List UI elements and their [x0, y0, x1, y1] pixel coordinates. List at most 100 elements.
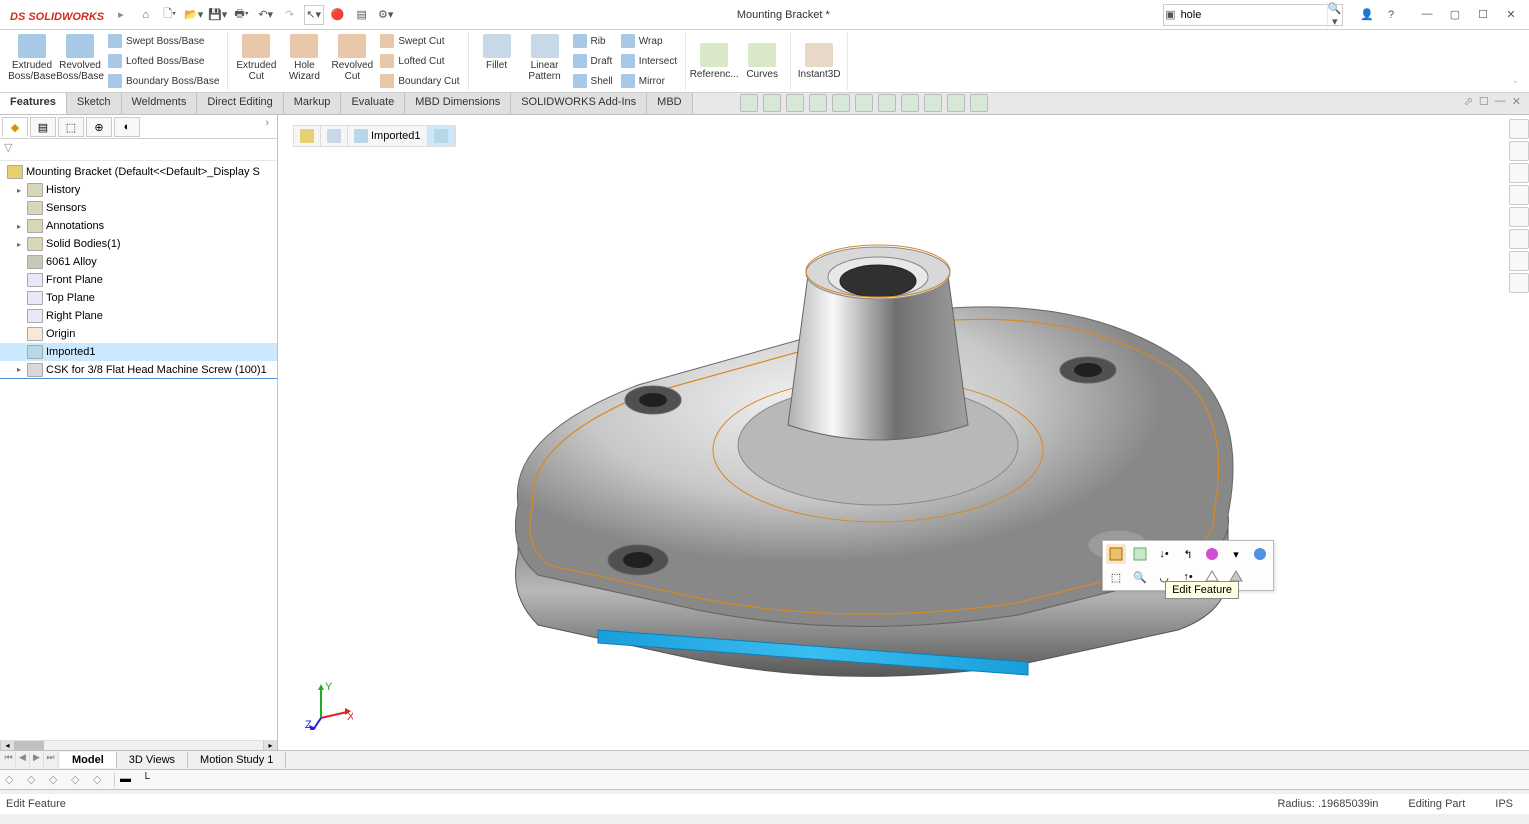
search-input[interactable]: [1177, 9, 1327, 21]
rib-button[interactable]: Rib: [569, 32, 617, 50]
undo-icon[interactable]: ↶▾: [256, 5, 276, 25]
panel-expand-icon[interactable]: ›: [259, 117, 275, 136]
dimxpert-tab[interactable]: ⊕: [86, 117, 112, 137]
wrap-button[interactable]: Wrap: [617, 32, 681, 50]
doc-popout-icon[interactable]: ⬀: [1464, 95, 1473, 112]
reference-geom-button[interactable]: Referenc...: [690, 41, 738, 82]
print-icon[interactable]: 🖶▾: [232, 5, 252, 25]
tree-csk-hole[interactable]: ▸CSK for 3/8 Flat Head Machine Screw (10…: [0, 361, 277, 379]
maximize-button[interactable]: ☐: [1473, 8, 1493, 21]
bt-icon-5[interactable]: ◇: [92, 772, 110, 788]
menu-expand[interactable]: ▸: [114, 8, 128, 21]
feature-manager-tab[interactable]: ◆: [2, 117, 28, 137]
fillet-button[interactable]: Fillet: [473, 32, 521, 90]
revolved-boss-button[interactable]: Revolved Boss/Base: [56, 32, 104, 90]
tab-markup[interactable]: Markup: [284, 93, 342, 114]
boundary-boss-button[interactable]: Boundary Boss/Base: [104, 72, 223, 90]
tree-sensors[interactable]: Sensors: [0, 199, 277, 217]
tab-addins[interactable]: SOLIDWORKS Add-Ins: [511, 93, 647, 114]
linear-pattern-button[interactable]: Linear Pattern: [521, 32, 569, 90]
instant3d-button[interactable]: Instant3D: [795, 41, 843, 82]
user-icon[interactable]: 👤: [1357, 5, 1377, 25]
draft-button[interactable]: Draft: [569, 52, 617, 70]
section-view-icon[interactable]: [809, 94, 827, 112]
curves-button[interactable]: Curves: [738, 41, 786, 82]
tree-solid-bodies[interactable]: ▸Solid Bodies(1): [0, 235, 277, 253]
vtab-next-icon[interactable]: ▶: [30, 752, 44, 768]
view-orientation-icon[interactable]: [855, 94, 873, 112]
ctx-color-icon[interactable]: [1250, 544, 1270, 564]
bt-icon-4[interactable]: ◇: [70, 772, 88, 788]
new-icon[interactable]: 🗋▾: [160, 5, 180, 25]
bc-face-icon[interactable]: [428, 126, 455, 146]
tree-front-plane[interactable]: Front Plane: [0, 271, 277, 289]
swept-boss-button[interactable]: Swept Boss/Base: [104, 32, 223, 50]
zoom-area-icon[interactable]: [763, 94, 781, 112]
restore-button[interactable]: ▢: [1445, 8, 1465, 21]
minimize-button[interactable]: —: [1417, 8, 1437, 21]
edit-appearance-icon[interactable]: [924, 94, 942, 112]
view-tab-model[interactable]: Model: [60, 752, 117, 768]
bt-icon-6[interactable]: ▬: [119, 772, 137, 788]
extruded-cut-button[interactable]: Extruded Cut: [232, 32, 280, 90]
tree-root[interactable]: Mounting Bracket (Default<<Default>_Disp…: [0, 163, 277, 181]
ctx-dropdown-icon[interactable]: ▾: [1226, 544, 1246, 564]
select-icon[interactable]: ↖▾: [304, 5, 324, 25]
tab-mbd-dimensions[interactable]: MBD Dimensions: [405, 93, 511, 114]
tree-hscroll[interactable]: ◂▸: [0, 740, 277, 750]
search-category-icon[interactable]: ▣: [1164, 8, 1177, 21]
mirror-button[interactable]: Mirror: [617, 72, 681, 90]
tab-mbd[interactable]: MBD: [647, 93, 692, 114]
ctx-rollback-icon[interactable]: ↰: [1178, 544, 1198, 564]
taskpane-file-explorer-icon[interactable]: [1509, 185, 1529, 205]
save-icon[interactable]: 💾▾: [208, 5, 228, 25]
graphics-viewport[interactable]: Imported1: [278, 115, 1529, 750]
tab-sketch[interactable]: Sketch: [67, 93, 122, 114]
tab-features[interactable]: Features: [0, 93, 67, 114]
redo-icon[interactable]: ↷: [280, 5, 300, 25]
help-icon[interactable]: ?: [1381, 5, 1401, 25]
zoom-fit-icon[interactable]: [740, 94, 758, 112]
display-manager-tab[interactable]: ◐: [114, 117, 140, 137]
ribbon-collapse-icon[interactable]: ˇ: [1506, 80, 1525, 90]
property-manager-tab[interactable]: ▤: [30, 117, 56, 137]
view-tab-motion-study[interactable]: Motion Study 1: [188, 752, 286, 768]
bc-body-icon[interactable]: [321, 126, 348, 146]
options-icon[interactable]: ⚙▾: [376, 5, 396, 25]
extruded-boss-button[interactable]: Extruded Boss/Base: [8, 32, 56, 90]
search-submit-icon[interactable]: 🔍▾: [1327, 2, 1342, 28]
bt-icon-3[interactable]: ◇: [48, 772, 66, 788]
boundary-cut-button[interactable]: Boundary Cut: [376, 72, 463, 90]
tree-annotations[interactable]: ▸Annotations: [0, 217, 277, 235]
taskpane-resources-icon[interactable]: [1509, 141, 1529, 161]
hide-show-icon[interactable]: [901, 94, 919, 112]
lofted-cut-button[interactable]: Lofted Cut: [376, 52, 463, 70]
bt-icon-7[interactable]: └: [141, 772, 159, 788]
tree-origin[interactable]: Origin: [0, 325, 277, 343]
taskpane-home-icon[interactable]: [1509, 119, 1529, 139]
doc-minimize-icon[interactable]: —: [1495, 95, 1506, 112]
hole-wizard-button[interactable]: Hole Wizard: [280, 32, 328, 90]
display-style-icon[interactable]: [878, 94, 896, 112]
tree-history[interactable]: ▸History: [0, 181, 277, 199]
taskpane-appearances-icon[interactable]: [1509, 229, 1529, 249]
lofted-boss-button[interactable]: Lofted Boss/Base: [104, 52, 223, 70]
close-button[interactable]: ✕: [1501, 8, 1521, 21]
open-icon[interactable]: 📂▾: [184, 5, 204, 25]
ctx-parent-child-icon[interactable]: ↓•: [1154, 544, 1174, 564]
view-tab-3dviews[interactable]: 3D Views: [117, 752, 188, 768]
tree-filter[interactable]: ▽: [0, 139, 277, 161]
tab-direct-editing[interactable]: Direct Editing: [197, 93, 283, 114]
taskpane-custom-props-icon[interactable]: [1509, 251, 1529, 271]
bt-icon-1[interactable]: ◇: [4, 772, 22, 788]
bt-icon-2[interactable]: ◇: [26, 772, 44, 788]
tab-weldments[interactable]: Weldments: [122, 93, 198, 114]
ctx-normal-to-icon[interactable]: ⬚: [1106, 567, 1126, 587]
bc-imported1[interactable]: Imported1: [348, 126, 428, 146]
taskpane-design-library-icon[interactable]: [1509, 163, 1529, 183]
rebuild-icon[interactable]: 🔴: [328, 5, 348, 25]
view-triad[interactable]: Y X Z: [303, 680, 353, 730]
config-manager-tab[interactable]: ⬚: [58, 117, 84, 137]
intersect-button[interactable]: Intersect: [617, 52, 681, 70]
apply-scene-icon[interactable]: [947, 94, 965, 112]
